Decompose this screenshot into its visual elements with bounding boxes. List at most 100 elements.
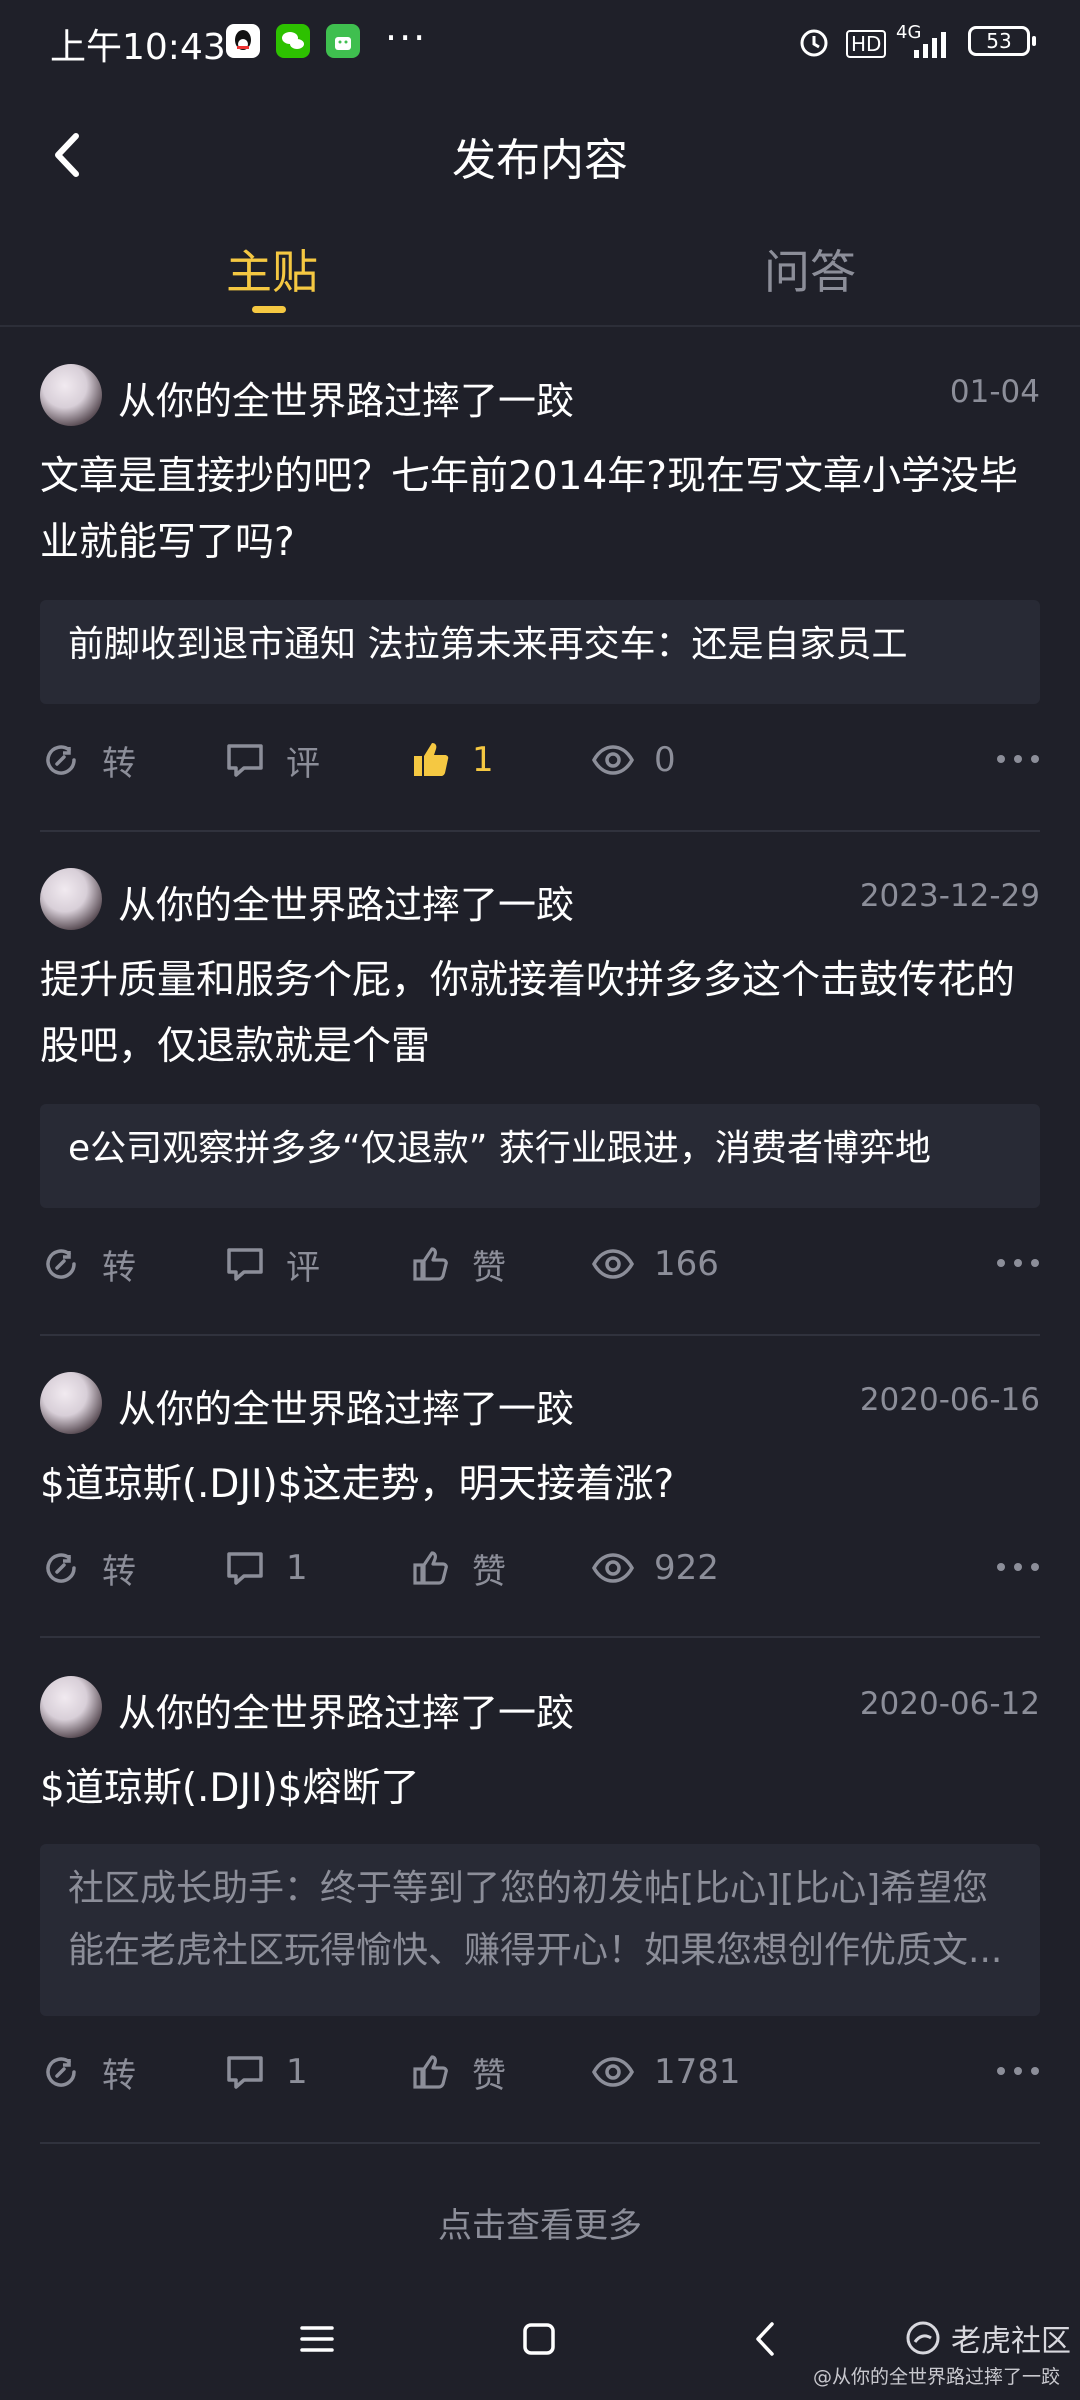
post-card[interactable]: 从你的全世界路过摔了一跤 2020-06-12 $道琼斯(.DJI)$熔断了 社…	[40, 1676, 1040, 2106]
like-label: 赞	[472, 2055, 506, 2096]
thumbs-up-icon	[414, 743, 449, 776]
divider	[40, 1334, 1040, 1336]
tab-main-posts[interactable]: 主贴	[226, 236, 318, 302]
comment-icon	[227, 2056, 263, 2089]
thumbs-up-icon	[413, 1551, 448, 1585]
like-button[interactable]: 1	[410, 730, 494, 790]
author-name[interactable]: 从你的全世界路过摔了一跤	[118, 370, 574, 425]
status-time: 上午10:43	[50, 27, 226, 68]
header: 发布内容	[0, 100, 1080, 210]
author-name[interactable]: 从你的全世界路过摔了一跤	[118, 874, 574, 929]
tab-qa[interactable]: 问答	[764, 236, 856, 302]
more-icon[interactable]	[996, 744, 1040, 774]
post-content[interactable]: 文章是直接抄的吧？七年前2014年?现在写文章小学没毕业就能写了吗?	[40, 444, 1040, 576]
views-count: 922	[654, 1548, 719, 1588]
tab-bar: 主贴 问答	[0, 220, 1080, 327]
like-label: 赞	[472, 1551, 506, 1592]
post-actions: 转 1 赞 922	[40, 1538, 1040, 1598]
hd-badge: HD	[846, 30, 887, 58]
author-name[interactable]: 从你的全世界路过摔了一跤	[118, 1378, 574, 1433]
post-card[interactable]: 从你的全世界路过摔了一跤 01-04 文章是直接抄的吧？七年前2014年?现在写…	[40, 364, 1040, 794]
post-card[interactable]: 从你的全世界路过摔了一跤 2020-06-16 $道琼斯(.DJI)$这走势，明…	[40, 1372, 1040, 1602]
post-date: 2023-12-29	[859, 878, 1040, 914]
author-name[interactable]: 从你的全世界路过摔了一跤	[118, 1682, 574, 1737]
quoted-article[interactable]: e公司观察拼多多“仅退款” 获行业跟进，消费者博弈地	[40, 1104, 1040, 1208]
post-content[interactable]: 提升质量和服务个屁，你就接着吹拼多多这个击鼓传花的股吧，仅退款就是个雷	[40, 948, 1040, 1080]
comment-button[interactable]: 评	[224, 730, 320, 790]
repost-button[interactable]: 转	[40, 2042, 136, 2102]
views-indicator: 166	[592, 1234, 719, 1294]
views-indicator: 922	[592, 1538, 719, 1598]
post-content[interactable]: $道琼斯(.DJI)$熔断了	[40, 1756, 1040, 1822]
comment-icon	[227, 1248, 263, 1281]
post-content[interactable]: $道琼斯(.DJI)$这走势，明天接着涨?	[40, 1452, 1040, 1518]
post-actions: 转 评 1 0	[40, 730, 1040, 790]
comment-icon	[227, 1552, 263, 1585]
repost-button[interactable]: 转	[40, 1538, 136, 1598]
repost-label: 转	[102, 2055, 136, 2096]
wechat-icon	[276, 24, 310, 58]
divider	[40, 2142, 1040, 2144]
load-more-link[interactable]: 点击查看更多	[0, 2198, 1080, 2247]
repost-icon	[46, 2057, 76, 2087]
comment-label: 评	[286, 743, 320, 784]
repost-button[interactable]: 转	[40, 730, 136, 790]
like-button[interactable]: 赞	[410, 1234, 506, 1294]
repost-label: 转	[102, 1247, 136, 1288]
like-button[interactable]: 赞	[410, 2042, 506, 2102]
avatar[interactable]	[40, 364, 102, 426]
more-icon[interactable]	[996, 2056, 1040, 2086]
eye-icon	[592, 2057, 634, 2087]
comment-button[interactable]: 评	[224, 1234, 320, 1294]
comment-icon	[227, 744, 263, 777]
comment-button[interactable]: 1	[224, 1538, 308, 1598]
battery-indicator: 53	[968, 26, 1036, 56]
back-nav-icon[interactable]	[742, 2314, 792, 2364]
like-button[interactable]: 赞	[410, 1538, 506, 1598]
comment-count: 1	[286, 1548, 308, 1588]
avatar[interactable]	[40, 1372, 102, 1434]
comment-count: 1	[286, 2052, 308, 2092]
repost-icon	[46, 1553, 76, 1583]
more-icon[interactable]	[996, 1552, 1040, 1582]
post-date: 2020-06-12	[859, 1686, 1040, 1722]
repost-button[interactable]: 转	[40, 1234, 136, 1294]
signal-icon	[910, 24, 956, 60]
watermark-user: @从你的全世界路过摔了一跤	[812, 2366, 1060, 2388]
tiger-logo-icon	[906, 2321, 940, 2355]
eye-icon	[592, 1553, 634, 1583]
android-icon	[326, 24, 360, 58]
views-indicator: 1781	[592, 2042, 741, 2102]
post-actions: 转 评 赞 166	[40, 1234, 1040, 1294]
menu-icon[interactable]	[292, 2314, 342, 2364]
tab-indicator	[252, 306, 286, 313]
repost-icon	[46, 745, 76, 775]
watermark-brand: 老虎社区	[951, 2324, 1071, 2359]
post-date: 2020-06-16	[859, 1382, 1040, 1418]
repost-label: 转	[102, 1551, 136, 1592]
qq-icon	[226, 24, 260, 58]
views-indicator: 0	[592, 730, 676, 790]
views-count: 0	[654, 740, 676, 780]
watermark-logo: 老虎社区	[905, 2316, 1071, 2360]
thumbs-up-icon	[413, 2055, 448, 2089]
eye-icon	[592, 745, 634, 775]
home-icon[interactable]	[514, 2314, 564, 2364]
post-card[interactable]: 从你的全世界路过摔了一跤 2023-12-29 提升质量和服务个屁，你就接着吹拼…	[40, 868, 1040, 1298]
comment-button[interactable]: 1	[224, 2042, 308, 2102]
divider	[40, 1636, 1040, 1638]
quoted-reply[interactable]: 社区成长助手：终于等到了您的初发帖[比心][比心]希望您能在老虎社区玩得愉快、赚…	[40, 1844, 1040, 2016]
quoted-article[interactable]: 前脚收到退市通知 法拉第未来再交车：还是自家员工	[40, 600, 1040, 704]
status-bar: 上午10:43 ··· HD 4G 53	[0, 0, 1080, 88]
views-count: 166	[654, 1244, 719, 1284]
comment-label: 评	[286, 1247, 320, 1288]
thumbs-up-icon	[413, 1247, 448, 1281]
repost-label: 转	[102, 743, 136, 784]
views-count: 1781	[654, 2052, 741, 2092]
repost-icon	[46, 1249, 76, 1279]
more-icon[interactable]	[996, 1248, 1040, 1278]
status-more-icon: ···	[385, 16, 428, 60]
avatar[interactable]	[40, 1676, 102, 1738]
avatar[interactable]	[40, 868, 102, 930]
page-title: 发布内容	[452, 135, 628, 186]
